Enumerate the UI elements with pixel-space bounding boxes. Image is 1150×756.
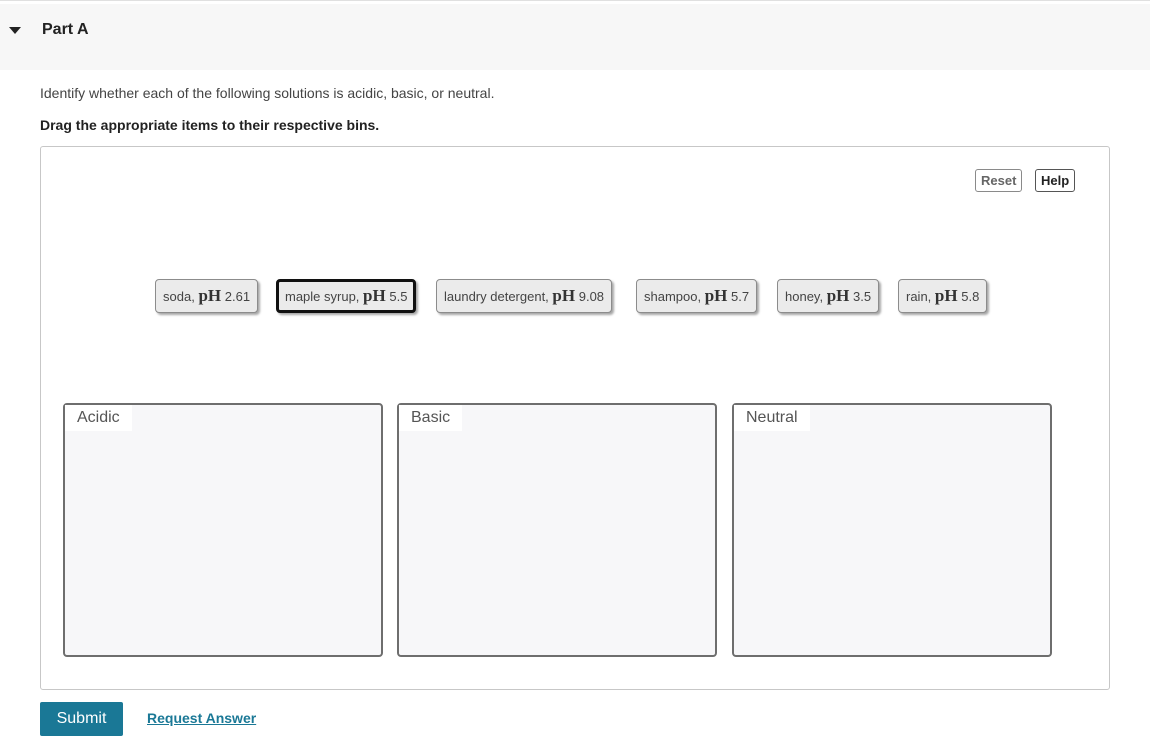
token-name: honey, <box>785 289 824 304</box>
token-ph-value: 5.5 <box>389 289 408 304</box>
token-shampoo[interactable]: shampoo, pH 5.7 <box>636 279 758 313</box>
request-answer-link[interactable]: Request Answer <box>147 710 256 726</box>
token-ph-label: pH <box>704 286 728 305</box>
token-ph-value: 9.08 <box>578 289 605 304</box>
question-instruction: Identify whether each of the following s… <box>40 85 495 101</box>
token-rain[interactable]: rain, pH 5.8 <box>898 279 988 313</box>
part-header[interactable]: Part A <box>0 4 1150 70</box>
token-ph-label: pH <box>826 286 850 305</box>
token-soda[interactable]: soda, pH 2.61 <box>155 279 259 313</box>
token-honey[interactable]: honey, pH 3.5 <box>777 279 880 313</box>
bin-label: Neutral <box>734 405 810 431</box>
token-ph-label: pH <box>552 286 576 305</box>
token-name: shampoo, <box>644 289 702 304</box>
token-name: rain, <box>906 289 932 304</box>
token-name: soda, <box>163 289 195 304</box>
token-name: maple syrup, <box>285 289 360 304</box>
token-ph-label: pH <box>934 286 958 305</box>
token-ph-label: pH <box>198 286 222 305</box>
token-ph-value: 2.61 <box>224 289 251 304</box>
bin-label: Basic <box>399 405 463 431</box>
caret-down-icon[interactable] <box>9 27 21 34</box>
top-divider <box>0 0 1150 3</box>
help-button[interactable]: Help <box>1035 169 1076 192</box>
reset-button[interactable]: Reset <box>975 169 1023 192</box>
bin-label: Acidic <box>65 405 132 431</box>
token-ph-label: pH <box>363 286 386 305</box>
token-ph-value: 5.7 <box>731 289 750 304</box>
bin-neutral[interactable]: Neutral <box>732 403 1052 657</box>
submit-button[interactable]: Submit <box>40 702 123 736</box>
token-laundry-detergent[interactable]: laundry detergent, pH 9.08 <box>436 279 613 313</box>
question-directive: Drag the appropriate items to their resp… <box>40 117 380 133</box>
bin-acidic[interactable]: Acidic <box>63 403 383 657</box>
part-title: Part A <box>42 21 89 38</box>
token-name: laundry detergent, <box>444 289 549 304</box>
token-ph-value: 5.8 <box>961 289 980 304</box>
bin-basic[interactable]: Basic <box>397 403 717 657</box>
token-pool: soda, pH 2.61 maple syrup, pH 5.5 laundr… <box>41 279 1111 315</box>
token-ph-value: 3.5 <box>853 289 872 304</box>
drag-drop-panel: Reset Help soda, pH 2.61 maple syrup, pH… <box>40 146 1110 690</box>
token-maple-syrup[interactable]: maple syrup, pH 5.5 <box>276 279 417 313</box>
